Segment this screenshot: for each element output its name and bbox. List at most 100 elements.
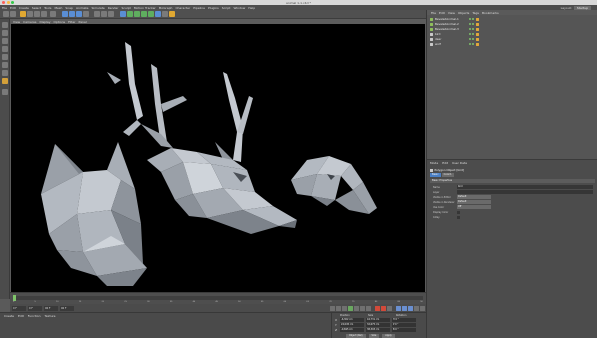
viewport-menu-filter[interactable]: Filter xyxy=(68,20,75,24)
object-row-bird[interactable]: bird xyxy=(430,32,590,37)
keyframe-selection-icon[interactable] xyxy=(387,305,392,311)
object-row-beveledanimal-2[interactable]: BeveledAnimal-2 xyxy=(430,22,590,27)
pen-icon[interactable] xyxy=(127,11,133,17)
rotation-h-field[interactable]: H 0 ° xyxy=(392,318,416,322)
x-ray-checkbox[interactable] xyxy=(457,215,460,219)
object-row-wolf[interactable]: wolf xyxy=(430,42,590,47)
scale-key-icon[interactable] xyxy=(402,305,407,311)
object-name[interactable]: BeveledAnimal-2 xyxy=(435,22,467,26)
menu-character[interactable]: Character xyxy=(175,6,190,10)
menu-window[interactable]: Window xyxy=(233,6,245,10)
object-menu-view[interactable]: View xyxy=(448,11,455,15)
visibility-dots-icon[interactable] xyxy=(469,38,474,41)
object-row-beveledanimal-1[interactable]: BeveledAnimal-1 xyxy=(430,17,590,22)
layout-dropdown[interactable]: Startup xyxy=(573,5,591,10)
display-color-swatch[interactable] xyxy=(457,210,460,214)
size-y-field[interactable]: 32,675 cm xyxy=(366,323,390,327)
rotation-b-field[interactable]: B 0 ° xyxy=(392,328,416,332)
size-z-field[interactable]: 38,393 cm xyxy=(366,328,390,332)
object-menu-edit[interactable]: Edit xyxy=(439,11,445,15)
bend-deformer-icon[interactable] xyxy=(148,11,154,17)
previous-key-icon[interactable] xyxy=(336,305,341,311)
subdivision-icon[interactable] xyxy=(134,11,140,17)
autokey-icon[interactable] xyxy=(381,305,386,311)
perspective-viewport[interactable] xyxy=(11,24,425,292)
material-menu-create[interactable]: Create xyxy=(4,314,14,318)
object-name[interactable]: wolf xyxy=(435,42,467,46)
tag-icon[interactable] xyxy=(476,42,479,46)
object-name[interactable]: BeveledAnimal-3 xyxy=(435,27,467,31)
wolf-mesh[interactable] xyxy=(41,142,147,286)
next-key-icon[interactable] xyxy=(360,305,365,311)
next-frame-icon[interactable] xyxy=(354,305,359,311)
apply-button[interactable]: Apply xyxy=(382,334,395,338)
rotate-icon[interactable] xyxy=(41,11,47,17)
start-frame-field[interactable]: 0 F xyxy=(12,305,26,311)
menu-file[interactable]: File xyxy=(2,6,7,10)
record-icon[interactable] xyxy=(375,305,380,311)
visibility-dots-icon[interactable] xyxy=(469,33,474,36)
tag-icon[interactable] xyxy=(476,22,479,26)
visibility-dots-icon[interactable] xyxy=(469,18,474,21)
tag-icon[interactable] xyxy=(476,37,479,41)
workplane-icon[interactable] xyxy=(2,46,8,52)
menu-select[interactable]: Select xyxy=(32,6,41,10)
name-field[interactable]: bird xyxy=(457,185,593,189)
menu-snap[interactable]: Snap xyxy=(65,6,73,10)
render-view-icon[interactable] xyxy=(94,11,100,17)
snap-icon[interactable] xyxy=(2,89,8,95)
material-menu-texture[interactable]: Texture xyxy=(45,314,56,318)
object-name[interactable]: bird xyxy=(435,32,467,36)
live-selection-icon[interactable] xyxy=(20,11,26,17)
object-name[interactable]: deer xyxy=(435,37,467,41)
menu-render[interactable]: Render xyxy=(108,6,119,10)
size-x-field[interactable]: 44,731 cm xyxy=(366,318,390,322)
tag-icon[interactable] xyxy=(476,27,479,31)
timeline[interactable]: 0 5 10 15 20 25 30 35 40 45 50 55 60 65 70 75 80 85 90 xyxy=(10,292,426,304)
floor-icon[interactable] xyxy=(155,11,161,17)
render-picture-viewer-icon[interactable] xyxy=(101,11,107,17)
menu-simulate[interactable]: Simulate xyxy=(92,6,105,10)
object-menu-file[interactable]: File xyxy=(431,11,436,15)
play-icon[interactable] xyxy=(348,305,353,311)
size-mode-dropdown[interactable]: Size xyxy=(368,334,380,338)
viewport-menu-display[interactable]: Display xyxy=(39,20,50,24)
visibility-dots-icon[interactable] xyxy=(469,28,474,31)
rotation-key-icon[interactable] xyxy=(408,305,413,311)
viewport-menu-cameras[interactable]: Cameras xyxy=(23,20,36,24)
timeline-track[interactable] xyxy=(13,296,423,300)
scale-icon[interactable] xyxy=(34,11,40,17)
material-menu-edit[interactable]: Edit xyxy=(18,314,24,318)
undo-icon[interactable] xyxy=(3,11,9,17)
position-x-field[interactable]: -6,302 cm xyxy=(340,318,364,322)
make-editable-icon[interactable] xyxy=(2,22,8,28)
visible-in-renderer-dropdown[interactable]: Default xyxy=(457,200,491,204)
menu-sculpt[interactable]: Sculpt xyxy=(121,6,130,10)
end-frame-field[interactable]: 90 F xyxy=(44,305,58,311)
move-icon[interactable] xyxy=(27,11,33,17)
preview-end-field[interactable]: 90 F xyxy=(60,305,74,311)
menu-pipeline[interactable]: Pipeline xyxy=(193,6,205,10)
menu-script[interactable]: Script xyxy=(222,6,231,10)
previous-frame-icon[interactable] xyxy=(342,305,347,311)
viewport-menu-panel[interactable]: Panel xyxy=(79,20,87,24)
menu-plugins[interactable]: Plugins xyxy=(208,6,219,10)
object-name[interactable]: BeveledAnimal-1 xyxy=(435,17,467,21)
light-icon[interactable] xyxy=(169,11,175,17)
position-y-field[interactable]: 24,045 cm xyxy=(340,323,364,327)
visibility-dots-icon[interactable] xyxy=(469,23,474,26)
rotation-p-field[interactable]: P 0 ° xyxy=(392,323,416,327)
coordinate-system-icon[interactable] xyxy=(83,11,89,17)
current-frame-field[interactable]: 0 F xyxy=(28,305,42,311)
y-axis-lock-icon[interactable] xyxy=(69,11,75,17)
viewport-menu-options[interactable]: Options xyxy=(54,20,66,24)
tag-icon[interactable] xyxy=(476,17,479,21)
visibility-dots-icon[interactable] xyxy=(469,43,474,46)
menu-help[interactable]: Help xyxy=(248,6,255,10)
menu-mograph[interactable]: MoGraph xyxy=(159,6,173,10)
texture-mode-icon[interactable] xyxy=(2,38,8,44)
x-axis-lock-icon[interactable] xyxy=(62,11,68,17)
cube-icon[interactable] xyxy=(120,11,126,17)
enable-axis-icon[interactable] xyxy=(2,78,8,84)
object-menu-bookmarks[interactable]: Bookmarks xyxy=(482,11,499,15)
